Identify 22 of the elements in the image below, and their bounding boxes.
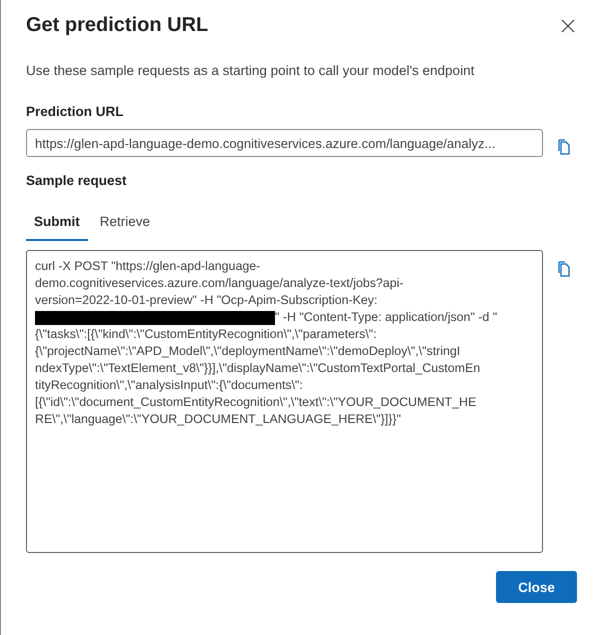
url-field[interactable]: https://glen-apd-language-demo.cognitiveservices.azure.com/language/analyz... (26, 129, 543, 157)
copy-icon[interactable] (557, 139, 571, 155)
code-line: [{\"id\":\"document_CustomEntityRecognition\",\"text\":\"YOUR_DOCUMENT_HE (35, 394, 476, 411)
close-button[interactable]: Close (496, 571, 577, 603)
copy-icon[interactable] (557, 261, 571, 277)
code-line: curl -X POST "https://glen-apd-language- (35, 258, 260, 275)
code-line: {\"projectName\":\"APD_Model\",\"deploymentName\":\"demoDeploy\",\"stringI (35, 343, 460, 360)
tab[interactable]: Retrieve (92, 206, 158, 241)
request-text-area[interactable] (26, 250, 543, 553)
field-label: Prediction URL (26, 104, 125, 119)
tab[interactable]: Submit (26, 206, 88, 241)
code-line: demo.cognitiveservices.azure.com/language/analyze-text/jobs?api- (35, 275, 404, 292)
dialog-title: Get prediction URL (26, 14, 208, 37)
code-line: {\"tasks\":[{\"kind\":\"CustomEntityRecognition\",\"parameters\": (35, 326, 377, 343)
code-line: RE\",\"language\":\"YOUR_DOCUMENT_LANGUAGE_HERE\"}]}}" (35, 411, 401, 428)
code-line: ndexType\":\"TextElement_v8\"}}],\"displayName\":\"CustomTextPortal_CustomEn (35, 360, 480, 377)
code-line: version=2022-10-01-preview" -H "Ocp-Apim-Subscription-Key: (35, 292, 378, 309)
close-icon[interactable] (559, 16, 577, 34)
code-line: " -H "Content-Type: application/json" -d " (275, 309, 498, 326)
code-line: tityRecognition\",\"analysisInput\":{\"documents\": (35, 377, 303, 394)
dialog-description: Use these sample requests as a starting point to call your model's endpoint (26, 63, 476, 78)
section-label: Sample request (26, 173, 128, 188)
